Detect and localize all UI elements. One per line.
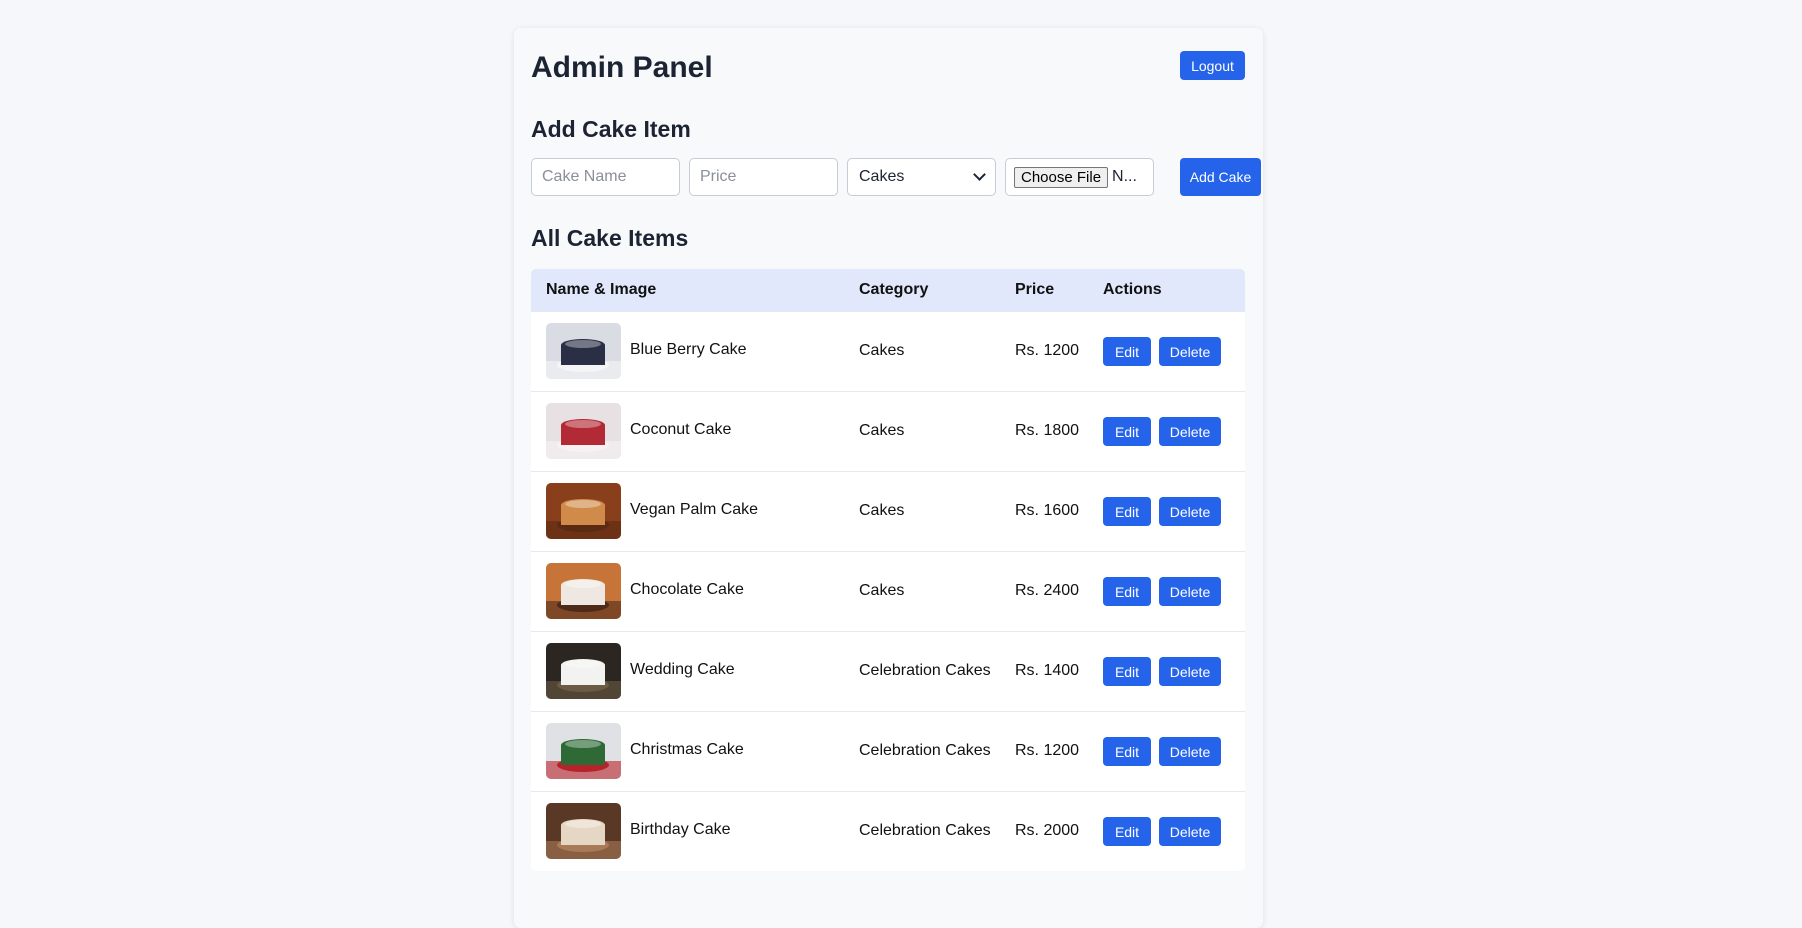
admin-panel-card: Admin Panel Logout Add Cake Item Cakes C…: [514, 28, 1263, 928]
cake-price: Rs. 2000: [1015, 822, 1080, 839]
delete-button[interactable]: Delete: [1159, 577, 1221, 606]
all-items-title: All Cake Items: [531, 225, 689, 251]
edit-button[interactable]: Edit: [1103, 817, 1151, 846]
delete-button[interactable]: Delete: [1159, 417, 1221, 446]
table-row: Coconut Cake Cakes Rs. 1800 Edit Delete: [531, 391, 1245, 471]
table-row: Wedding Cake Celebration Cakes Rs. 1400 Edi…: [531, 631, 1245, 711]
cake-category: Cakes: [859, 422, 905, 439]
add-cake-title: Add Cake Item: [531, 116, 691, 142]
cake-name: Wedding Cake: [630, 661, 735, 678]
column-header-actions: Actions: [1103, 281, 1162, 298]
table-row: Blue Berry Cake Cakes Rs. 1200 Edit Delete: [531, 311, 1245, 391]
column-header-category: Category: [859, 281, 929, 298]
add-cake-form: Cakes Choose File N... Add Cake: [531, 158, 1261, 196]
edit-button[interactable]: Edit: [1103, 577, 1151, 606]
delete-button[interactable]: Delete: [1159, 657, 1221, 686]
logout-button[interactable]: Logout: [1180, 51, 1245, 80]
cake-price: Rs. 1800: [1015, 422, 1080, 439]
cake-category: Celebration Cakes: [859, 662, 991, 679]
cake-thumbnail: [546, 563, 621, 619]
cake-price: Rs. 2400: [1015, 582, 1080, 599]
cake-category: Cakes: [859, 342, 905, 359]
edit-button[interactable]: Edit: [1103, 497, 1151, 526]
delete-button[interactable]: Delete: [1159, 337, 1221, 366]
cake-image: [546, 723, 621, 779]
category-select[interactable]: Cakes: [847, 158, 996, 196]
edit-button[interactable]: Edit: [1103, 337, 1151, 366]
cake-image: [546, 323, 621, 379]
image-file-input[interactable]: Choose File N...: [1005, 158, 1154, 196]
cake-thumbnail: [546, 643, 621, 699]
table-row: Christmas Cake Celebration Cakes Rs. 1200 E…: [531, 711, 1245, 791]
cake-image: [546, 483, 621, 539]
cake-thumbnail: [546, 803, 621, 859]
cake-thumbnail: [546, 403, 621, 459]
table-header: Name & Image Category Price Actions: [531, 269, 1245, 311]
table-row: Birthday Cake Celebration Cakes Rs. 2000 Ed…: [531, 791, 1245, 871]
cake-name: Chocolate Cake: [630, 581, 744, 598]
edit-button[interactable]: Edit: [1103, 737, 1151, 766]
category-select-value: Cakes: [859, 168, 905, 185]
header: Admin Panel Logout: [531, 48, 1245, 88]
cake-name: Birthday Cake: [630, 821, 731, 838]
cake-name: Coconut Cake: [630, 421, 732, 438]
delete-button[interactable]: Delete: [1159, 737, 1221, 766]
cake-image: [546, 803, 621, 859]
table-row: Vegan Palm Cake Cakes Rs. 1600 Edit Delete: [531, 471, 1245, 551]
cake-image: [546, 643, 621, 699]
cake-image: [546, 563, 621, 619]
cake-name: Christmas Cake: [630, 741, 744, 758]
delete-button[interactable]: Delete: [1159, 497, 1221, 526]
cake-category: Celebration Cakes: [859, 822, 991, 839]
cake-items-table: Name & Image Category Price Actions Blue…: [531, 269, 1245, 871]
cake-category: Cakes: [859, 582, 905, 599]
cake-name: Blue Berry Cake: [630, 341, 747, 358]
choose-file-button[interactable]: Choose File: [1014, 166, 1109, 188]
table-row: Chocolate Cake Cakes Rs. 2400 Edit Delete: [531, 551, 1245, 631]
add-cake-button[interactable]: Add Cake: [1180, 158, 1261, 196]
delete-button[interactable]: Delete: [1159, 817, 1221, 846]
column-header-name: Name & Image: [546, 281, 657, 298]
cake-image: [546, 403, 621, 459]
cake-price: Rs. 1400: [1015, 662, 1080, 679]
cake-category: Cakes: [859, 502, 905, 519]
edit-button[interactable]: Edit: [1103, 657, 1151, 686]
column-header-price: Price: [1015, 281, 1055, 298]
cake-category: Celebration Cakes: [859, 742, 991, 759]
cake-name-input[interactable]: [531, 158, 680, 196]
cake-thumbnail: [546, 483, 621, 539]
chevron-down-icon: [973, 168, 986, 181]
cake-name: Vegan Palm Cake: [630, 501, 759, 518]
page-title: Admin Panel: [531, 51, 713, 84]
file-status-text: N...: [1112, 168, 1137, 185]
cake-price: Rs. 1600: [1015, 502, 1080, 519]
cake-price: Rs. 1200: [1015, 342, 1080, 359]
cake-thumbnail: [546, 723, 621, 779]
price-input[interactable]: [689, 158, 838, 196]
cake-thumbnail: [546, 323, 621, 379]
cake-price: Rs. 1200: [1015, 742, 1080, 759]
edit-button[interactable]: Edit: [1103, 417, 1151, 446]
table-body: Blue Berry Cake Cakes Rs. 1200 Edit Delete Co…: [531, 311, 1245, 871]
